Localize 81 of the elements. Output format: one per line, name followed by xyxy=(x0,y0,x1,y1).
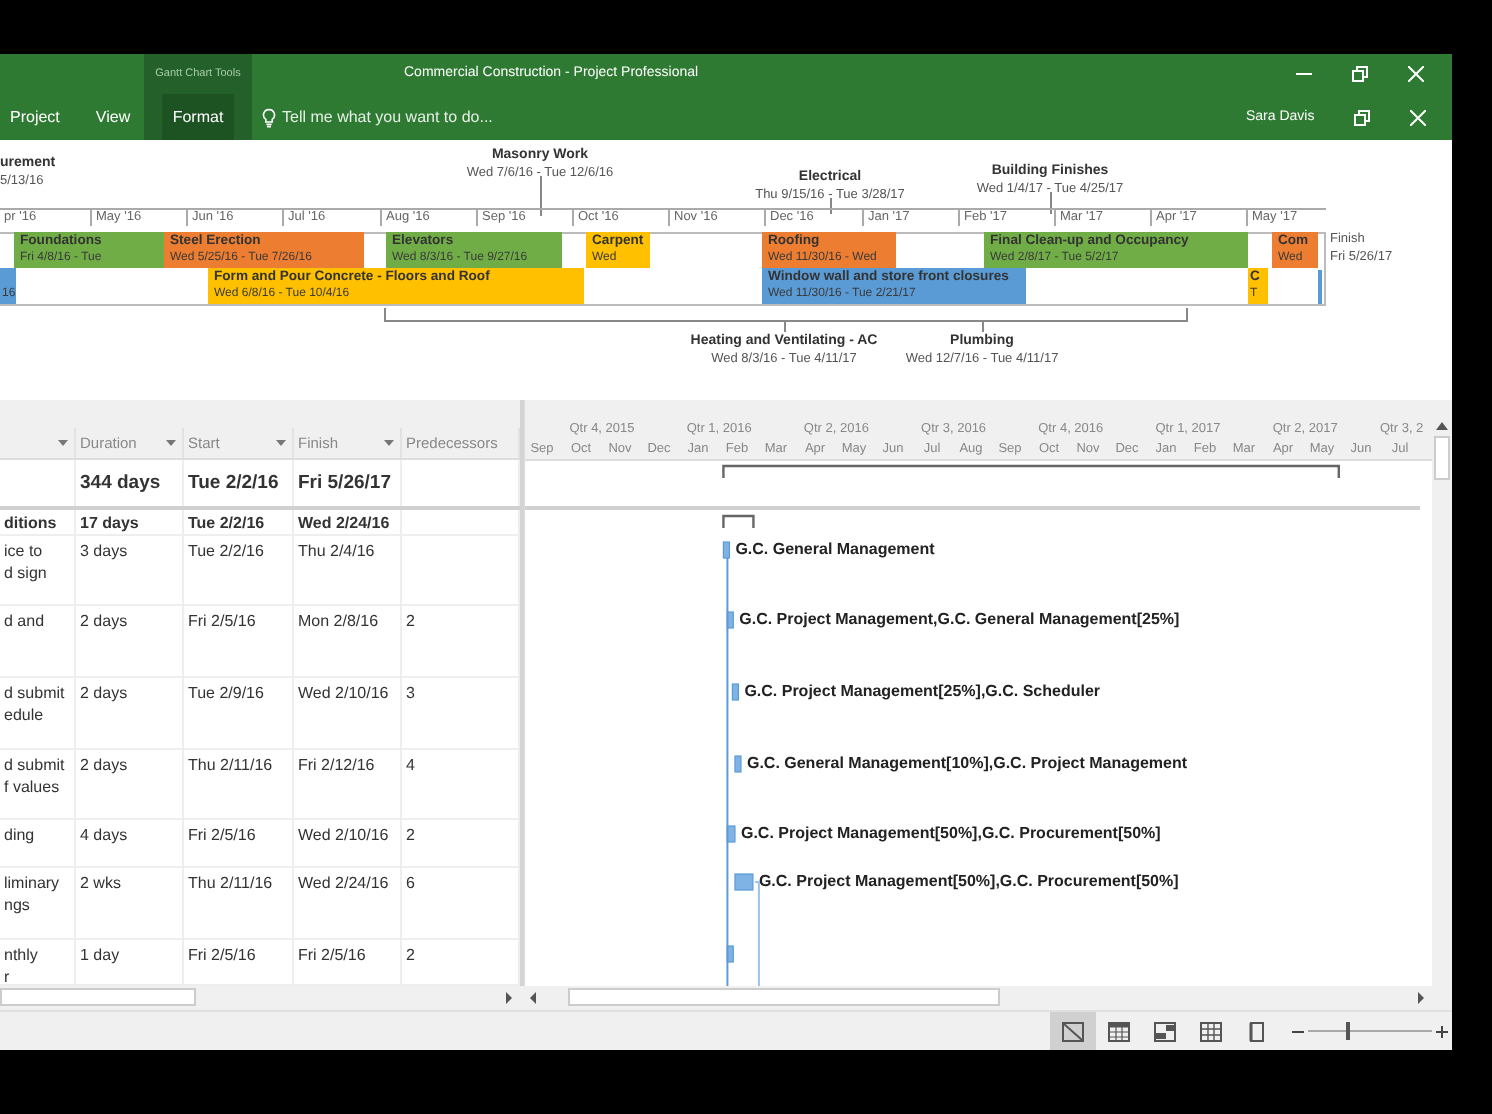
table-cell: 3 days xyxy=(76,536,184,604)
zoom-out-icon[interactable] xyxy=(1292,1025,1304,1037)
ribbon-tab[interactable]: Format xyxy=(162,94,234,140)
leader-line xyxy=(1050,192,1052,214)
scrollbar-thumb[interactable] xyxy=(568,988,1000,1006)
scroll-right-icon[interactable] xyxy=(506,992,512,1004)
table-cell: 344 days xyxy=(76,460,184,506)
close-icon[interactable] xyxy=(1410,109,1427,125)
table-cell: 2 days xyxy=(76,606,184,676)
table-cell: liminary ngs xyxy=(0,868,76,938)
table-cell: d and xyxy=(0,606,76,676)
report-icon xyxy=(1246,1021,1268,1041)
table-cell: ditions xyxy=(0,510,76,534)
table-cell: Thu 2/11/16 xyxy=(184,750,294,818)
dropdown-arrow-icon[interactable] xyxy=(384,440,394,446)
resource-label: G.C. General Management[10%],G.C. Project Management xyxy=(746,754,1188,772)
table-cell: 17 days xyxy=(76,510,184,534)
table-cell: d submit edule xyxy=(0,678,76,748)
tell-me-field[interactable]: Tell me what you want to do... xyxy=(282,108,522,126)
table-cell: Tue 2/2/16 xyxy=(184,510,294,534)
resource-sheet-icon xyxy=(1200,1021,1222,1041)
table-cell: 2 xyxy=(402,606,520,676)
table-cell: Mon 2/8/16 xyxy=(294,606,402,676)
table-cell: Wed 2/24/16 xyxy=(294,868,402,938)
table-cell: Fri 2/12/16 xyxy=(294,750,402,818)
table-cell: ice to d sign xyxy=(0,536,76,604)
leader-line xyxy=(982,320,984,332)
resource-label: G.C. Project Management,G.C. General Management[25%] xyxy=(739,610,1180,628)
resource-label: G.C. Project Management[50%],G.C. Procurement[50%] xyxy=(740,824,1161,842)
table-cell: Fri 5/26/17 xyxy=(294,460,402,506)
finish-marker xyxy=(1318,270,1322,304)
scroll-right-icon[interactable] xyxy=(1418,992,1424,1004)
table-cell: Fri 2/5/16 xyxy=(184,606,294,676)
leader-line xyxy=(540,176,542,216)
resource-label: G.C. Project Management[50%],G.C. Procurement[50%] xyxy=(758,872,1179,890)
gantt-view-icon xyxy=(1062,1021,1084,1041)
table-cell: Wed 2/24/16 xyxy=(294,510,402,534)
table-cell: Tue 2/2/16 xyxy=(184,460,294,506)
dropdown-arrow-icon[interactable] xyxy=(276,440,286,446)
table-cell: 6 xyxy=(402,868,520,938)
table-cell: Tue 2/2/16 xyxy=(184,536,294,604)
table-cell: Thu 2/4/16 xyxy=(294,536,402,604)
slider-thumb[interactable] xyxy=(1346,1022,1351,1040)
ribbon-tab[interactable]: Project xyxy=(0,94,70,140)
restore-icon[interactable] xyxy=(1352,66,1368,82)
team-planner-icon xyxy=(1154,1021,1176,1041)
table-cell: 2 days xyxy=(76,678,184,748)
table-cell: 3 xyxy=(402,678,520,748)
task-usage-icon xyxy=(1108,1021,1130,1041)
scroll-up-icon[interactable] xyxy=(1436,422,1448,430)
table-cell: Wed 2/10/16 xyxy=(294,678,402,748)
table-cell: 2 wks xyxy=(76,868,184,938)
restore-icon[interactable] xyxy=(1354,109,1371,125)
close-icon[interactable] xyxy=(1408,66,1424,82)
dropdown-arrow-icon[interactable] xyxy=(166,440,176,446)
ribbon-tab[interactable]: View xyxy=(85,94,141,140)
view-button[interactable] xyxy=(1050,1012,1096,1050)
table-cell: d submit f values xyxy=(0,750,76,818)
leader-line xyxy=(830,198,832,214)
table-cell: 4 xyxy=(402,750,520,818)
table-cell: Tue 2/9/16 xyxy=(184,678,294,748)
dropdown-arrow-icon[interactable] xyxy=(58,440,68,446)
zoom-in-icon[interactable] xyxy=(1436,1025,1448,1037)
table-cell: ding xyxy=(0,820,76,866)
summary-bracket[interactable] xyxy=(722,514,755,528)
resource-label: G.C. General Management xyxy=(735,540,935,558)
table-cell: 2 days xyxy=(76,750,184,818)
lightbulb-icon xyxy=(262,107,276,127)
resource-label: G.C. Project Management[25%],G.C. Scheduler xyxy=(744,682,1101,700)
table-cell: Thu 2/11/16 xyxy=(184,868,294,938)
table-cell: 2 xyxy=(402,820,520,866)
summary-bracket[interactable] xyxy=(722,464,1340,478)
scroll-left-icon[interactable] xyxy=(530,992,536,1004)
table-cell: 4 days xyxy=(76,820,184,866)
leader-line xyxy=(784,320,786,332)
table-cell: Fri 2/5/16 xyxy=(184,820,294,866)
scrollbar-thumb[interactable] xyxy=(1434,436,1450,480)
dependency-line xyxy=(753,881,760,986)
scrollbar-thumb[interactable] xyxy=(0,988,196,1006)
table-cell: Wed 2/10/16 xyxy=(294,820,402,866)
task-bar[interactable] xyxy=(722,541,731,559)
